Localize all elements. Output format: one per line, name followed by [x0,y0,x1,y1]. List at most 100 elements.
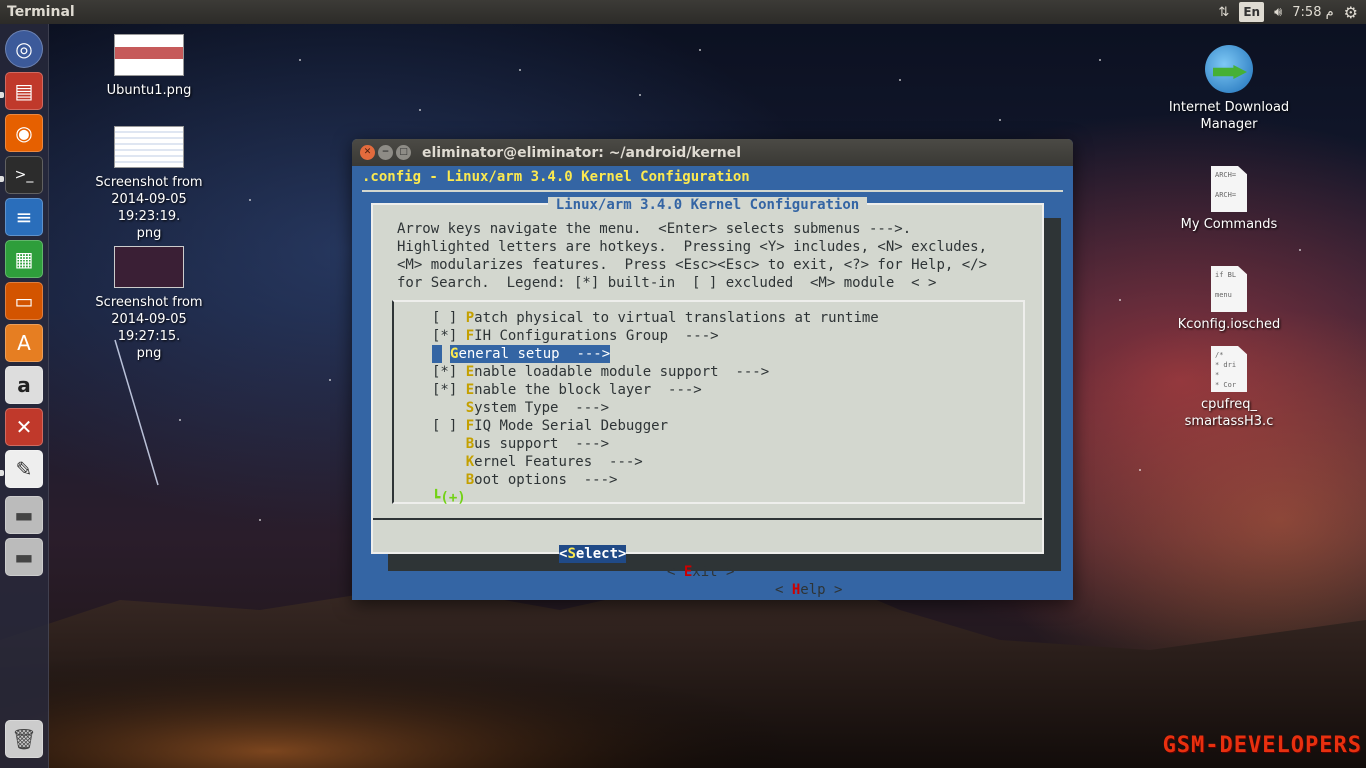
desktop-app-idm[interactable]: Internet Download Manager [1159,45,1299,133]
image-thumbnail [114,34,184,76]
launcher: ◎ ▤ ◉ >_ ≡ ▦ ▭ A a ✕ ✎ ▬ ▬ 🗑︎ [0,24,49,768]
menu-item[interactable]: [ ] Patch physical to virtual translatio… [432,309,879,327]
text-file-icon: if BL menu [1211,266,1247,312]
writer-icon[interactable]: ≡ [5,198,43,236]
menu-item-label: IH Configurations Group ---> [474,328,719,344]
settings-icon[interactable]: ✕ [5,408,43,446]
menu-item-hotkey: E [465,382,475,398]
desktop-file-kconfig[interactable]: if BL menu Kconfig.iosched [1159,266,1299,333]
terminal-content[interactable]: .config - Linux/arm 3.4.0 Kernel Configu… [352,166,1073,600]
running-indicator [0,92,4,98]
running-indicator [0,470,4,476]
top-panel: Terminal ⇅ En 🔊︎ 7:58 م ⚙ [0,0,1366,24]
terminal-window[interactable]: ✕ − □ eliminator@eliminator: ~/android/k… [352,139,1073,600]
menu-item[interactable]: System Type ---> [432,399,609,417]
clock[interactable]: 7:58 م [1292,2,1333,22]
divider [373,518,1042,520]
download-manager-icon [1205,45,1253,93]
trash-icon[interactable]: 🗑︎ [5,720,43,758]
menu-item-label: nable the block layer ---> [474,382,702,398]
menuconfig-dialog: Linux/arm 3.4.0 Kernel Configuration Arr… [371,197,1044,598]
close-icon[interactable]: ✕ [360,145,375,160]
app-label: Internet Download Manager [1168,100,1290,132]
menu-item[interactable]: [*] Enable the block layer ---> [432,381,702,399]
menu-item[interactable]: Bus support ---> [432,435,609,453]
dialog-shadow [1044,218,1061,571]
file-label: My Commands [1180,217,1278,232]
text-file-icon: ARCH= ARCH= [1211,166,1247,212]
button-bar: <Select> < Exit > < Help > [373,527,1042,600]
software-center-icon[interactable]: A [5,324,43,362]
gear-icon[interactable]: ⚙ [1344,2,1358,22]
menuconfig-header: .config - Linux/arm 3.4.0 Kernel Configu… [362,169,750,185]
menu-item[interactable]: [*] FIH Configurations Group ---> [432,327,719,345]
c-source-file-icon: /* * dri * * Cor [1211,346,1247,392]
window-title: eliminator@eliminator: ~/android/kernel [422,144,742,161]
menu-item-hotkey: B [465,436,475,452]
selection-cursor [432,345,442,363]
menu-item-label: us support ---> [474,436,610,452]
file-label: Ubuntu1.png [106,83,192,98]
menu-item-hotkey: P [465,310,475,326]
text-editor-icon[interactable]: ✎ [5,450,43,488]
menu-item-hotkey: E [465,364,475,380]
desktop-file-ubuntu1[interactable]: Ubuntu1.png [79,34,219,99]
files-icon[interactable]: ▤ [5,72,43,110]
menu-item[interactable]: [*] Enable loadable module support ---> [432,363,769,381]
menu-item[interactable]: Kernel Features ---> [432,453,643,471]
menu-item-label: eneral setup ---> [458,346,611,362]
ubuntu-dash-icon[interactable]: ◎ [5,30,43,68]
menu-item-hotkey: K [465,454,475,470]
menu-item-checkbox: [*] [432,328,466,344]
network-icon[interactable]: ⇅ [1218,2,1229,22]
file-label: cpufreq_ smartassH3.c [1184,397,1274,429]
desktop-file-screenshot1[interactable]: Screenshot from 2014-09-05 19:23:19. png [79,126,219,242]
drive-icon[interactable]: ▬ [5,496,43,534]
image-thumbnail [114,246,184,288]
firefox-icon[interactable]: ◉ [5,114,43,152]
menu-item-label: IQ Mode Serial Debugger [474,418,669,434]
divider [362,190,1063,192]
minimize-icon[interactable]: − [378,145,393,160]
help-text: Arrow keys navigate the menu. <Enter> se… [397,221,988,291]
menu-item-label: nable loadable module support ---> [474,364,770,380]
indicator-area: ⇅ En 🔊︎ 7:58 م ⚙ [1218,2,1366,22]
menu-item-checkbox [432,400,466,416]
dialog-title: Linux/arm 3.4.0 Kernel Configuration [373,196,1042,214]
menu-item-checkbox [432,472,466,488]
menu-item-label: atch physical to virtual translations at… [474,310,879,326]
menu-item[interactable]: General setup ---> [450,345,611,363]
window-titlebar[interactable]: ✕ − □ eliminator@eliminator: ~/android/k… [352,139,1073,166]
menu-item-checkbox: [ ] [432,418,466,434]
impress-icon[interactable]: ▭ [5,282,43,320]
volume-icon[interactable]: 🔊︎ [1274,2,1282,22]
menu-item-checkbox: [*] [432,382,466,398]
desktop-file-mycommands[interactable]: ARCH= ARCH= My Commands [1159,166,1299,233]
menu-item-checkbox: [*] [432,364,466,380]
menu-item-checkbox [432,436,466,452]
select-button[interactable]: <Select> [559,545,627,563]
maximize-icon[interactable]: □ [396,145,411,160]
file-label: Kconfig.iosched [1177,317,1281,332]
menu-item[interactable]: Boot options ---> [432,471,618,489]
calc-icon[interactable]: ▦ [5,240,43,278]
menu-item-hotkey: B [465,472,475,488]
menu-item-label: ernel Features ---> [474,454,643,470]
drive-icon[interactable]: ▬ [5,538,43,576]
menu-item-label: oot options ---> [474,472,618,488]
watermark-logo: GSM-DEVELOPERS [1162,733,1362,758]
desktop-file-cpufreq[interactable]: /* * dri * * Cor cpufreq_ smartassH3.c [1159,346,1299,430]
menu-item-hotkey: F [465,328,475,344]
terminal-icon[interactable]: >_ [5,156,43,194]
file-label: Screenshot from 2014-09-05 19:27:15. png [95,295,203,361]
menu-item[interactable]: [ ] FIQ Mode Serial Debugger [432,417,668,435]
menu-item-checkbox: [ ] [432,310,466,326]
exit-button[interactable]: < Exit > [667,563,734,581]
image-thumbnail [114,126,184,168]
keyboard-layout-indicator[interactable]: En [1239,2,1265,22]
help-button[interactable]: < Help > [775,581,842,599]
running-indicator [0,176,4,182]
desktop-file-screenshot2[interactable]: Screenshot from 2014-09-05 19:27:15. png [79,246,219,362]
amazon-icon[interactable]: a [5,366,43,404]
menu-item-hotkey: S [465,400,475,416]
